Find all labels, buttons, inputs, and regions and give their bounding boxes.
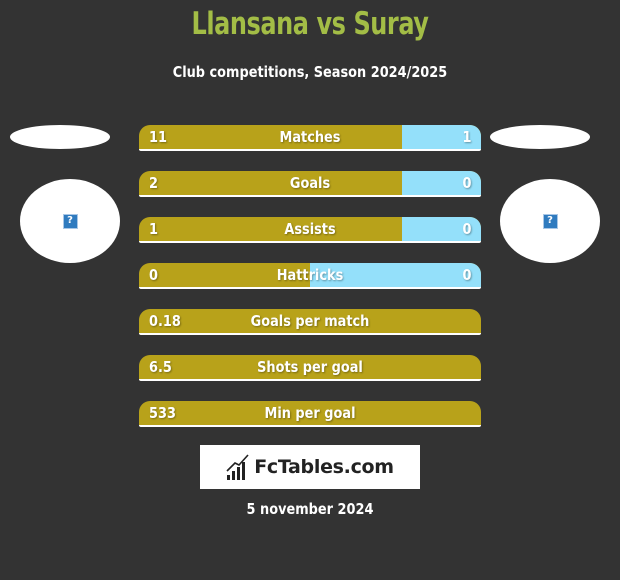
competition-subtitle: Club competitions, Season 2024/2025 <box>172 63 448 81</box>
stat-label: Min per goal <box>264 404 356 422</box>
stat-row-goals-per-match: 0.18 Goals per match <box>139 309 481 335</box>
question-mark-icon: ? <box>62 213 78 229</box>
question-mark-icon: ? <box>542 213 558 229</box>
right-team-logo[interactable]: ? <box>500 179 600 263</box>
stat-row-goals: 2 Goals 0 <box>139 171 481 197</box>
right-value: 1 <box>462 128 471 146</box>
stat-row-min-per-goal: 533 Min per goal <box>139 401 481 427</box>
stat-label: Shots per goal <box>257 358 363 376</box>
stat-label: Goals per match <box>250 312 370 330</box>
left-team-name-placeholder <box>10 125 110 149</box>
report-date: 5 november 2024 <box>246 500 374 518</box>
stat-label: Hattricks <box>276 266 344 284</box>
stat-label: Goals <box>289 174 331 192</box>
right-value: 0 <box>462 220 471 238</box>
stat-row-matches: 11 Matches 1 <box>139 125 481 151</box>
left-value: 0 <box>149 266 158 284</box>
right-value: 0 <box>462 174 471 192</box>
stat-row-hattricks: 0 Hattricks 0 <box>139 263 481 289</box>
right-team-name-placeholder <box>490 125 590 149</box>
stat-row-shots-per-goal: 6.5 Shots per goal <box>139 355 481 381</box>
stat-label: Matches <box>279 128 341 146</box>
stat-row-assists: 1 Assists 0 <box>139 217 481 243</box>
left-value: 1 <box>149 220 158 238</box>
left-value: 2 <box>149 174 158 192</box>
page-title: Llansana vs Suray <box>191 6 429 42</box>
brand-name: FcTables.com <box>254 456 394 478</box>
right-value: 0 <box>462 266 471 284</box>
bar-chart-icon <box>226 454 249 480</box>
left-team-logo[interactable]: ? <box>20 179 120 263</box>
stat-label: Assists <box>284 220 336 238</box>
fctables-logo[interactable]: FcTables.com <box>200 445 420 489</box>
